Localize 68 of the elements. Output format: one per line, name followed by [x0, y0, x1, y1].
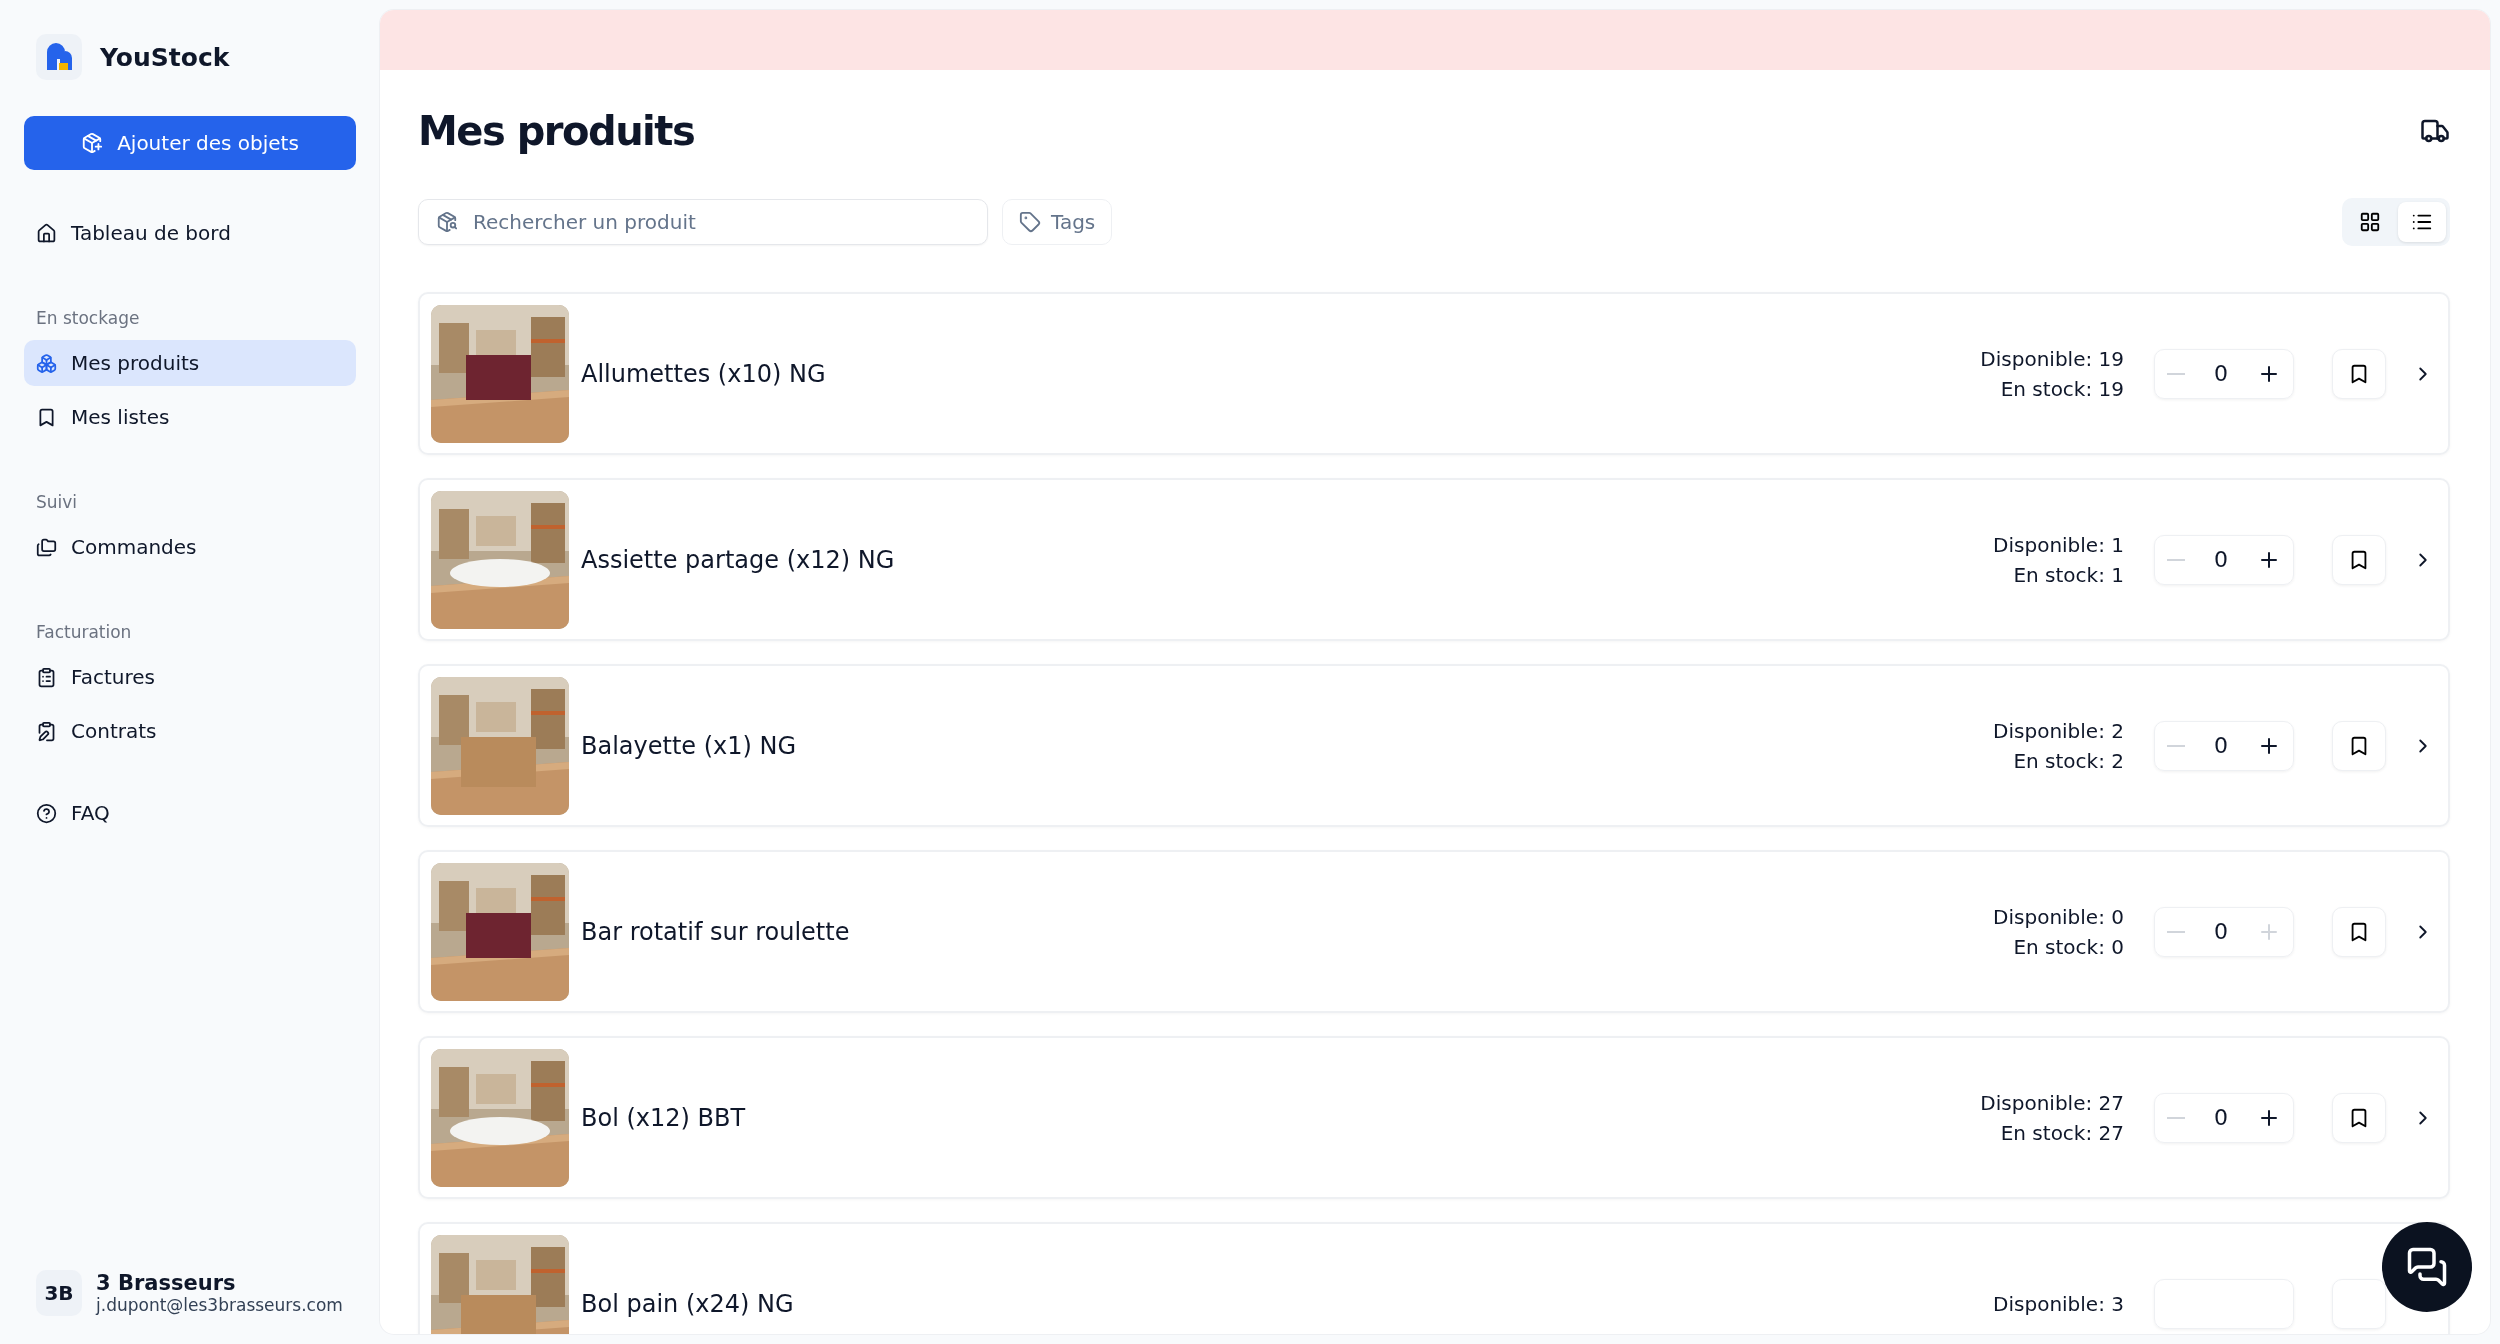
clipboard-icon [36, 666, 57, 688]
available-count: Disponible: 27 [1980, 1089, 2124, 1117]
available-count: Disponible: 0 [1993, 903, 2124, 931]
quantity-value: 0 [2214, 361, 2228, 386]
bookmark-button[interactable] [2332, 1092, 2386, 1143]
available-count: Disponible: 19 [1980, 345, 2124, 373]
stock-count: En stock: 2 [2013, 747, 2124, 775]
sidebar-item[interactable]: Factures [24, 654, 356, 700]
sidebar-item[interactable]: Mes listes [24, 394, 356, 440]
tag-icon [1019, 211, 1041, 233]
minus-icon [2167, 744, 2185, 747]
bookmark-button[interactable] [2332, 906, 2386, 957]
product-card[interactable]: Bol (x12) BBT Disponible: 27 En stock: 27 0 [418, 1036, 2450, 1199]
stock-count: En stock: 0 [2013, 933, 2124, 961]
section-heading: Suivi [35, 492, 79, 512]
sidebar-item[interactable]: Commandes [24, 524, 356, 570]
stock-count: En stock: 19 [2000, 375, 2124, 403]
account-email: j.dupont@les3brasseurs.com [96, 1295, 343, 1315]
product-name: Bol pain (x24) NG [581, 1289, 794, 1318]
product-card[interactable]: Bar rotatif sur roulette Disponible: 0 En stock: 0 0 [418, 850, 2450, 1013]
boxes-icon [36, 352, 57, 374]
quantity-value: 0 [2214, 919, 2228, 944]
product-card[interactable]: Assiette partage (x12) NG Disponible: 1 En stock: 1 0 [418, 478, 2450, 641]
product-name: Balayette (x1) NG [581, 731, 797, 760]
chat-icon [2406, 1246, 2448, 1288]
minus-icon [2167, 930, 2185, 933]
page-title: Mes produits [418, 108, 695, 154]
product-name: Assiette partage (x12) NG [581, 545, 895, 574]
sidebar-item[interactable]: Tableau de bord [24, 210, 356, 256]
section-heading: En stockage [35, 308, 141, 328]
clipboard-pen-icon [36, 720, 57, 742]
home-icon [36, 222, 57, 244]
list-view-button[interactable] [2398, 202, 2446, 242]
product-card[interactable]: Allumettes (x10) NG Disponible: 19 En stock: 19 0 [418, 292, 2450, 455]
product-name: Allumettes (x10) NG [581, 359, 826, 388]
available-count: Disponible: 3 [1993, 1290, 2124, 1318]
folders-icon [36, 536, 57, 558]
product-card[interactable]: Balayette (x1) NG Disponible: 2 En stock: 2 0 [418, 664, 2450, 827]
minus-icon [2167, 1116, 2185, 1119]
bookmark-button[interactable] [2332, 348, 2386, 399]
search-field[interactable]: Rechercher un produit [418, 199, 988, 245]
bookmark-button[interactable] [2332, 720, 2386, 771]
brand-name: YouStock [100, 42, 230, 72]
sidebar-item[interactable]: Mes produits [24, 340, 356, 386]
grid-icon [2359, 211, 2381, 233]
available-count: Disponible: 1 [1993, 531, 2124, 559]
stock-count: En stock: 1 [2013, 561, 2124, 589]
product-name: Bol (x12) BBT [581, 1103, 746, 1132]
help-icon [36, 802, 57, 824]
quantity-value: 0 [2214, 1105, 2228, 1130]
bookmark-button[interactable] [2332, 534, 2386, 585]
minus-icon [2167, 372, 2185, 375]
account-name: 3 Brasseurs [96, 1271, 237, 1295]
tags-button[interactable]: Tags [1002, 199, 1113, 245]
section-heading: Facturation [35, 622, 133, 642]
add-objects-button[interactable]: Ajouter des objets [24, 116, 356, 170]
sidebar-item[interactable]: Contrats [24, 708, 356, 754]
stock-count: En stock: 27 [2000, 1119, 2124, 1147]
available-count: Disponible: 2 [1993, 717, 2124, 745]
account-avatar: 3B [36, 1270, 82, 1316]
minus-icon [2167, 558, 2185, 561]
sidebar-item[interactable]: FAQ [24, 790, 356, 836]
logo-icon [36, 34, 82, 80]
quantity-value: 0 [2214, 547, 2228, 572]
package-search-icon [436, 211, 458, 233]
package-plus-icon [81, 132, 104, 154]
quantity-value: 0 [2214, 733, 2228, 758]
product-name: Bar rotatif sur roulette [581, 917, 850, 946]
